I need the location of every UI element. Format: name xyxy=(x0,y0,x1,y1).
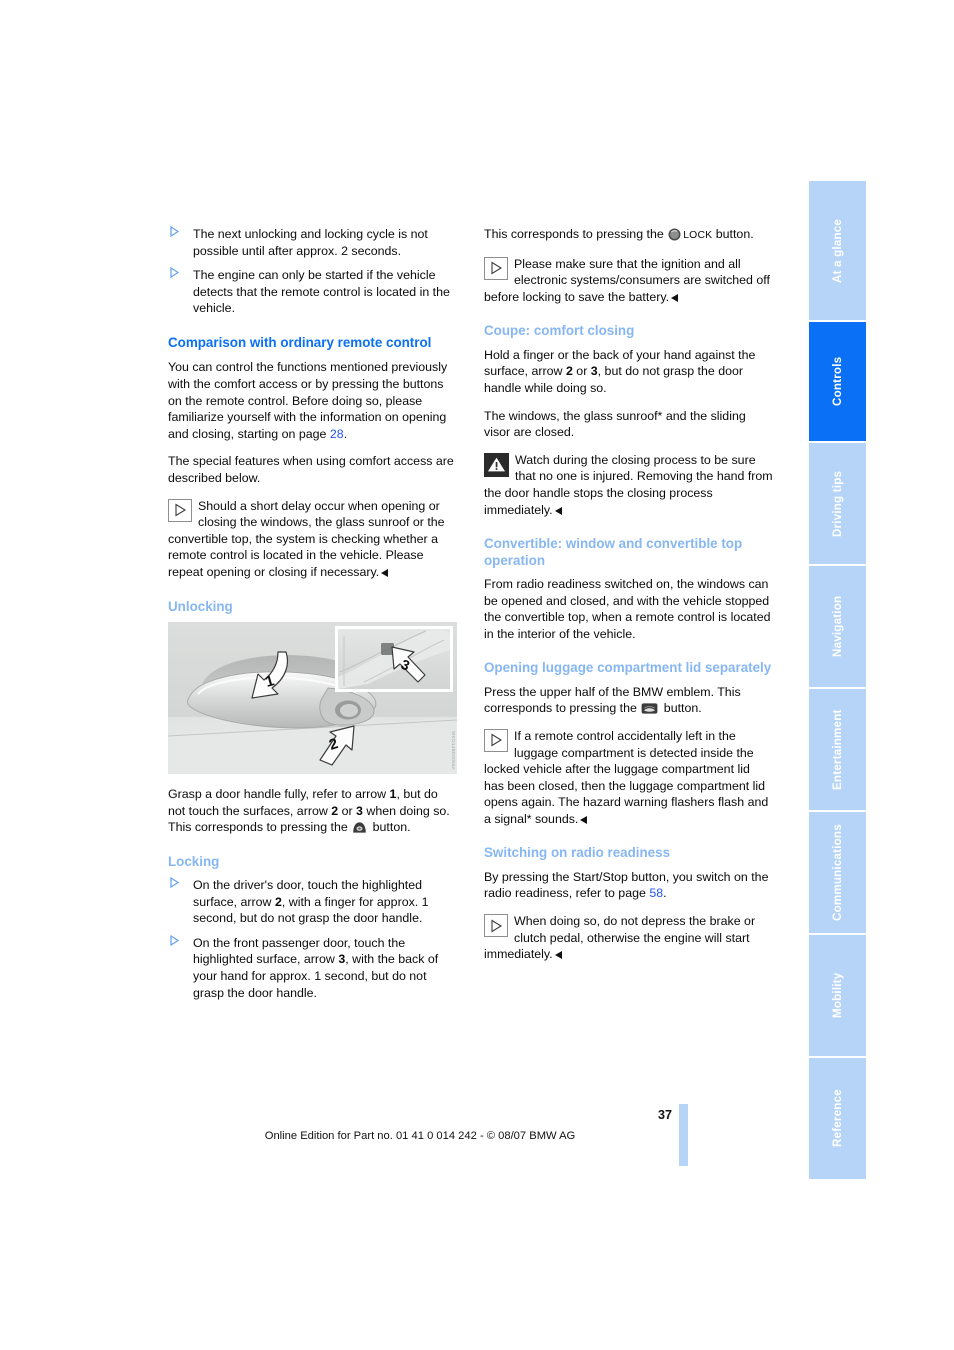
radio-text-after-link: . xyxy=(663,886,667,901)
comparison-paragraph-2: The special features when using comfort … xyxy=(168,454,454,485)
note-block-battery: Please make sure that the ignition and a… xyxy=(484,256,773,306)
note-text: If a remote control accidentally left in… xyxy=(484,728,769,826)
sidebar-tab-label: Entertainment xyxy=(831,709,844,790)
coupe-text-mid: or xyxy=(572,364,591,379)
lock-text-after: button. xyxy=(712,227,754,241)
comparison-text-after-link: . xyxy=(343,426,348,441)
warning-text: Watch during the closing process to be s… xyxy=(484,452,773,517)
list-item: On the driver's door, touch the highligh… xyxy=(168,877,457,927)
warning-block-closing: Watch during the closing process to be s… xyxy=(484,452,773,518)
door-handle-illustration: 1 2 3 WKO14BE0056A xyxy=(168,621,457,774)
intro-bullet-list: The next unlocking and locking cycle is … xyxy=(168,226,457,317)
triangle-bullet-icon xyxy=(170,934,179,946)
note-play-icon xyxy=(168,498,192,522)
sidebar-tab-label: Reference xyxy=(831,1089,844,1148)
lock-button-paragraph: This corresponds to pressing the LOCK bu… xyxy=(484,226,773,245)
unlocking-text-3: or xyxy=(338,803,357,818)
note-end-marker-icon xyxy=(554,951,562,960)
note-end-marker-icon xyxy=(671,293,679,302)
sidebar-tab-label: Driving tips xyxy=(831,470,844,537)
note-block-radio: When doing so, do not depress the brake … xyxy=(484,913,773,963)
triangle-bullet-icon xyxy=(170,226,179,237)
comparison-paragraph-1: You can control the functions mentioned … xyxy=(168,359,457,442)
subsection-heading-convertible: Convertible: window and convertible top … xyxy=(484,536,743,568)
note-text: When doing so, do not depress the brake … xyxy=(484,914,756,962)
manual-page: The next unlocking and locking cycle is … xyxy=(0,0,954,1350)
list-item: The next unlocking and locking cycle is … xyxy=(168,226,457,259)
note-text: Should a short delay occur when opening … xyxy=(168,498,445,579)
sidebar-tab-at-a-glance[interactable]: At a glance xyxy=(809,181,866,320)
coupe-paragraph-1: Hold a finger or the back of your hand a… xyxy=(484,347,773,397)
footer-edition-text: Online Edition for Part no. 01 41 0 014 … xyxy=(264,1130,576,1142)
luggage-paragraph: Press the upper half of the BMW emblem. … xyxy=(484,684,773,717)
note-play-icon xyxy=(484,914,508,938)
luggage-text-line1: Press the upper half of the BMW emblem. xyxy=(484,684,715,699)
triangle-bullet-icon xyxy=(170,877,179,889)
subsection-heading-unlocking: Unlocking xyxy=(168,598,233,614)
radio-text-before-link: By pressing the Start/Stop button, you s… xyxy=(484,869,769,901)
subsection-heading-locking: Locking xyxy=(168,853,220,869)
note-block-delay: Should a short delay occur when opening … xyxy=(168,498,457,581)
unlocking-text-1: Grasp a door handle fully, refer to arro… xyxy=(168,786,390,801)
right-column: This corresponds to pressing the LOCK bu… xyxy=(484,226,773,974)
left-column: The next unlocking and locking cycle is … xyxy=(168,226,457,1012)
trunk-release-button-icon xyxy=(641,702,658,715)
subsection-heading-coupe: Coupe: comfort closing xyxy=(484,323,635,339)
note-block-luggage: If a remote control accidentally left in… xyxy=(484,728,773,828)
arrow-ref-3: 3 xyxy=(590,364,598,379)
luggage-text-after-icon: button. xyxy=(660,701,702,716)
sidebar-tab-driving-tips[interactable]: Driving tips xyxy=(809,443,866,564)
unlock-button-icon xyxy=(352,821,367,834)
sidebar-tab-label: Communications xyxy=(831,824,844,921)
sidebar-tab-communications[interactable]: Communications xyxy=(809,812,866,933)
section-heading-comparison: Comparison with ordinary remote control xyxy=(168,334,432,350)
footer-accent-bar xyxy=(679,1104,688,1166)
subsection-heading-radio: Switching on radio readiness xyxy=(484,845,671,861)
warning-triangle-icon xyxy=(484,452,509,477)
sidebar-tab-label: Mobility xyxy=(831,972,844,1019)
sidebar-tab-entertainment[interactable]: Entertainment xyxy=(809,689,866,810)
arrow-ref: 2 xyxy=(274,894,282,909)
sidebar-tab-reference[interactable]: Reference xyxy=(809,1058,866,1179)
radio-paragraph: By pressing the Start/Stop button, you s… xyxy=(484,869,773,902)
locking-bullet-list: On the driver's door, touch the highligh… xyxy=(168,877,457,1001)
page-reference-58[interactable]: 58 xyxy=(649,886,663,900)
sidebar-tab-label: Navigation xyxy=(831,595,844,658)
sidebar-tab-controls[interactable]: Controls xyxy=(809,322,866,441)
door-handle-figure-svg: 1 2 3 xyxy=(168,621,457,774)
note-play-icon xyxy=(484,256,508,280)
list-item-text: The next unlocking and locking cycle is … xyxy=(193,227,428,258)
page-number: 37 xyxy=(657,1108,672,1122)
convertible-paragraph: From radio readiness switched on, the wi… xyxy=(484,576,771,641)
unlocking-paragraph: Grasp a door handle fully, refer to arro… xyxy=(168,786,457,836)
chapter-tab-rail: At a glance Controls Driving tips Naviga… xyxy=(809,181,866,1181)
subsection-heading-luggage: Opening luggage compartment lid separate… xyxy=(484,660,772,676)
sidebar-tab-label: Controls xyxy=(831,356,844,407)
figure-credit: WKO14BE0056A xyxy=(451,730,456,770)
arrow-ref-3: 3 xyxy=(356,803,363,818)
note-play-icon xyxy=(484,728,508,752)
unlocking-text-5: button. xyxy=(369,820,411,835)
arrow-ref-2: 2 xyxy=(565,364,573,379)
note-end-marker-icon xyxy=(381,568,389,577)
sidebar-tab-navigation[interactable]: Navigation xyxy=(809,566,866,687)
sidebar-tab-mobility[interactable]: Mobility xyxy=(809,935,866,1056)
lock-label: LOCK xyxy=(683,230,713,241)
coupe-paragraph-2: The windows, the glass sunroof* and the … xyxy=(484,408,746,440)
note-end-marker-icon xyxy=(554,506,562,515)
lock-text-before: This corresponds to pressing the xyxy=(484,227,668,241)
page-reference-28[interactable]: 28 xyxy=(330,427,344,441)
list-item-text: The engine can only be started if the ve… xyxy=(193,268,450,316)
list-item: On the front passenger door, touch the h… xyxy=(168,934,457,1001)
list-item: The engine can only be started if the ve… xyxy=(168,267,457,317)
sidebar-tab-label: At a glance xyxy=(831,218,844,283)
note-end-marker-icon xyxy=(580,815,588,824)
lock-button-icon xyxy=(668,228,681,241)
note-text: Please make sure that the ignition and a… xyxy=(484,256,770,304)
comparison-text-before-link: You can control the functions mentioned … xyxy=(168,360,448,441)
triangle-bullet-icon xyxy=(170,267,179,279)
